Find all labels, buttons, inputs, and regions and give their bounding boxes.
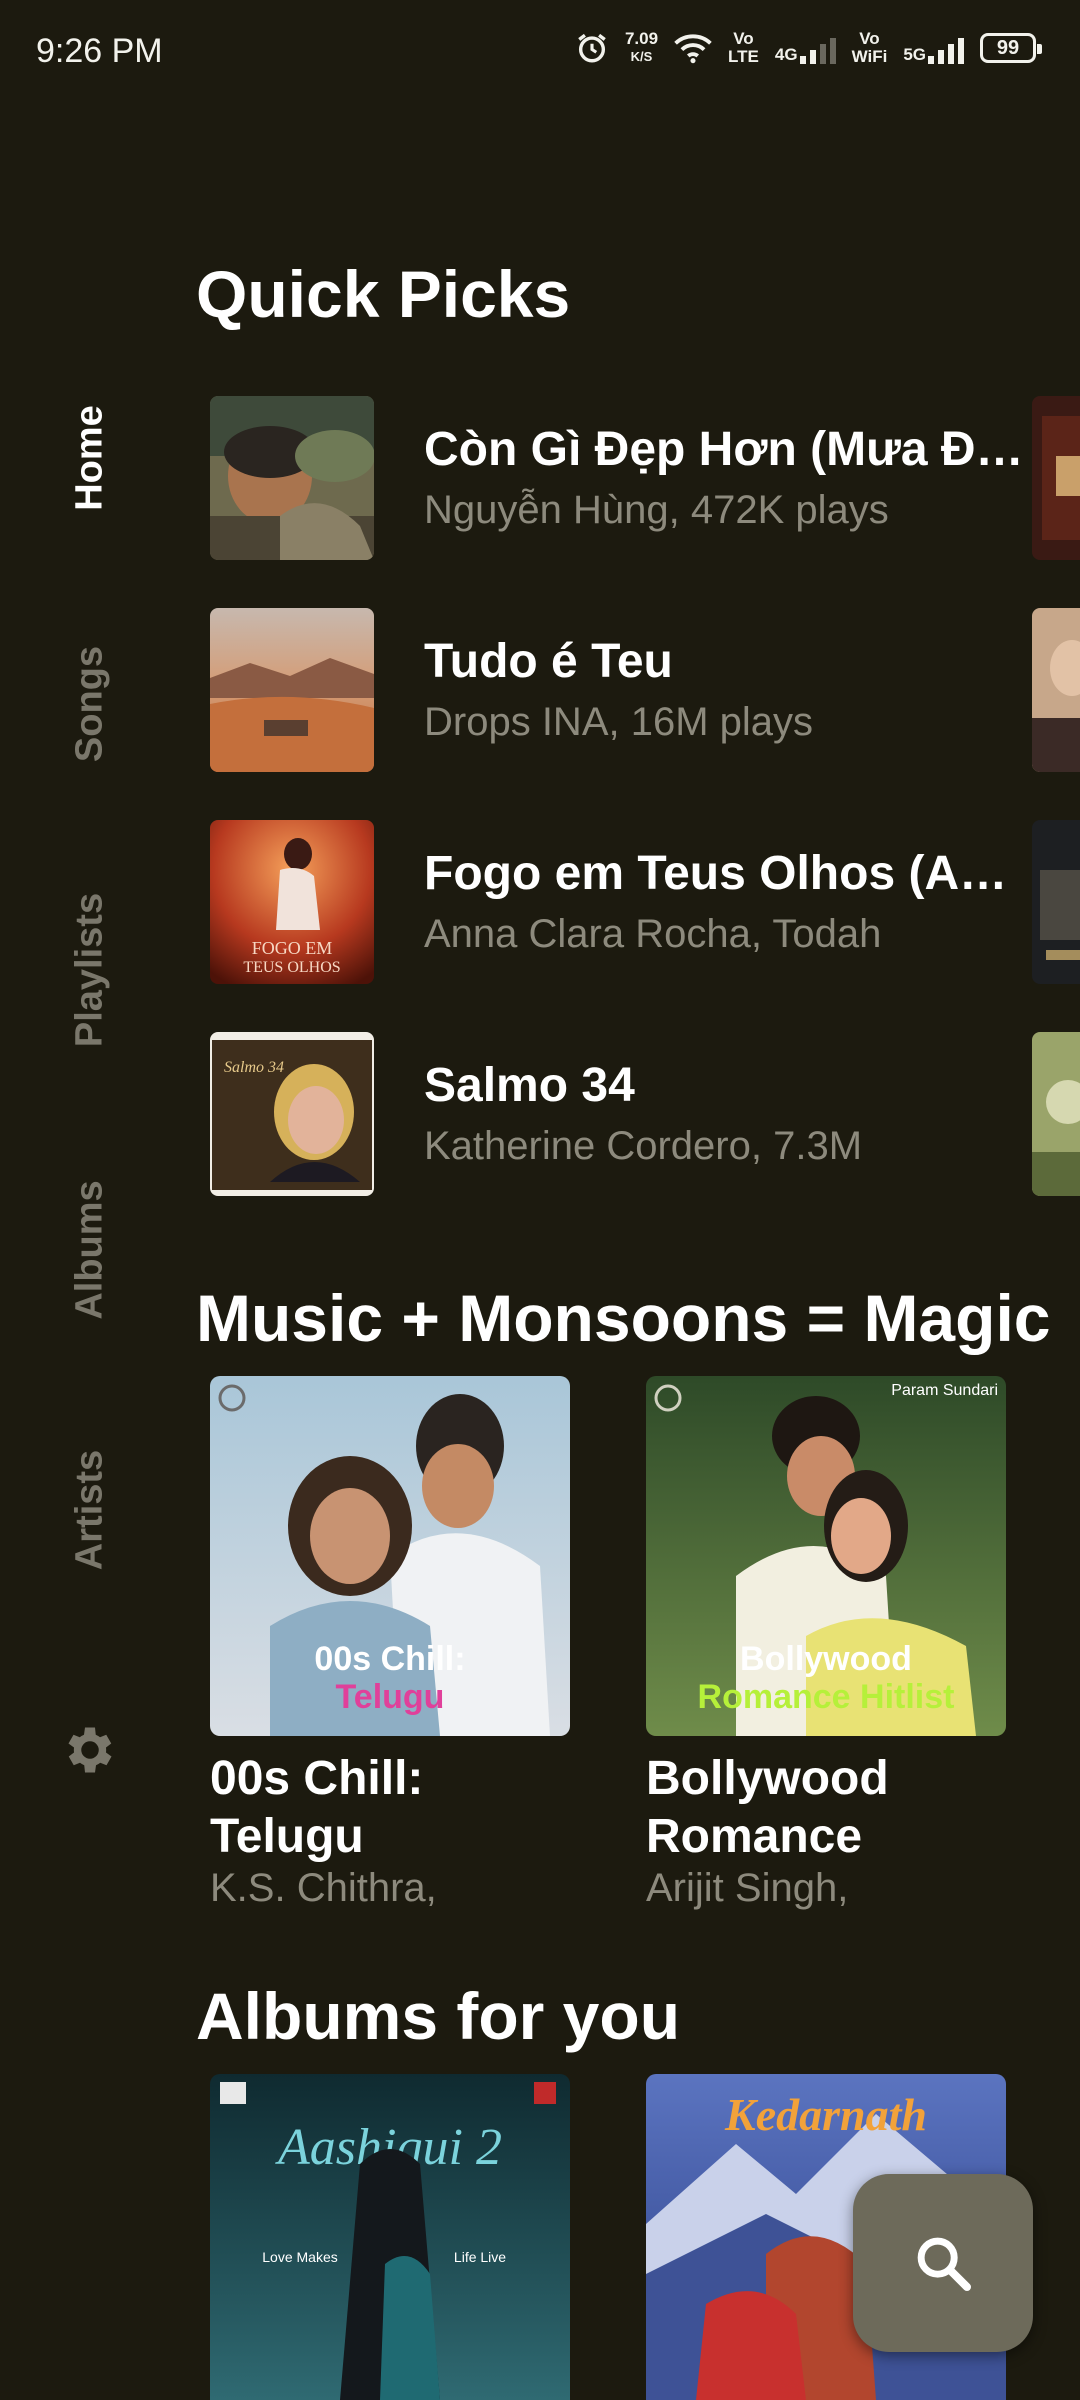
albums-heading: Albums for you xyxy=(196,1979,681,2053)
track-subtitle: Katherine Cordero, 7.3M xyxy=(424,1124,863,1168)
search-icon xyxy=(917,2237,971,2291)
fogo-art-line2: TEUS OLHOS xyxy=(243,959,340,976)
playlist-art-tag: Param Sundari xyxy=(891,1382,998,1399)
quick-pick-row[interactable]: Tudo é Teu Drops INA, 16M plays xyxy=(210,608,1080,772)
album-art-tag-left: Love Makes xyxy=(262,2249,337,2265)
nav-playlists[interactable]: Playlists xyxy=(69,893,112,1047)
net-speed-value: 7.09 xyxy=(624,29,659,48)
track-subtitle: Drops INA, 16M plays xyxy=(424,700,814,744)
volte-top: Vo xyxy=(733,29,754,48)
search-fab[interactable] xyxy=(853,2174,1033,2352)
track-title: Tudo é Teu xyxy=(424,635,673,688)
track-title: Fogo em Teus Olhos (Ao Vivo) xyxy=(424,847,1024,900)
track-artwork: Salmo 34 xyxy=(210,1032,374,1196)
album-art-title: Kedarnath xyxy=(724,2089,927,2140)
vowifi-top: Vo xyxy=(859,29,880,48)
playlist-card[interactable]: 00s Chill: Telugu 00s Chill: Telugu K.S.… xyxy=(210,1376,570,1911)
fogo-art-line1: FOGO EM xyxy=(252,938,333,958)
settings-gear-icon[interactable] xyxy=(60,1720,120,1780)
wifi-icon xyxy=(674,34,712,64)
status-time: 9:26 PM xyxy=(36,32,163,70)
track-artwork xyxy=(210,608,374,772)
playlist-card[interactable]: Param Sundari Bollywood Romance Hitlist … xyxy=(646,1376,1006,1911)
volte-bottom: LTE xyxy=(728,47,759,66)
alarm-icon xyxy=(578,33,606,63)
salmo-art-text: Salmo 34 xyxy=(224,1059,284,1076)
track-artwork xyxy=(210,396,374,560)
volte-indicator: Vo LTE xyxy=(728,30,759,66)
playlist-subtitle: K.S. Chithra, xyxy=(210,1866,437,1910)
quick-pick-row[interactable]: FOGO EM TEUS OLHOS Fogo em Teus Olhos (A… xyxy=(210,820,1080,984)
track-title: Còn Gì Đẹp Hơn (Mưa Đỏ Original Soundtra… xyxy=(424,423,1024,476)
net-speed-unit: K/S xyxy=(630,49,653,64)
signal-4g: 4G xyxy=(775,32,836,64)
vowifi-indicator: Vo WiFi xyxy=(852,30,888,66)
status-bar: 9:26 PM 7.09 K/S Vo LTE 4G Vo WiFi 5G 99 xyxy=(0,0,1080,108)
playlist-art-line1: Bollywood xyxy=(740,1640,912,1678)
nav-songs[interactable]: Songs xyxy=(69,646,112,762)
album-artwork: Aashiqui 2 Love Makes Life Live xyxy=(210,2074,570,2400)
playlist-art-line2: Telugu xyxy=(335,1678,445,1716)
album-art-tag-right: Life Live xyxy=(454,2249,506,2265)
playlist-art-line2: Romance Hitlist xyxy=(697,1678,955,1716)
playlist-title: Bollywood Romance xyxy=(646,1752,889,1863)
track-title: Salmo 34 xyxy=(424,1059,635,1112)
album-card[interactable]: Aashiqui 2 Love Makes Life Live xyxy=(210,2074,570,2400)
monsoon-heading: Music + Monsoons = Magic xyxy=(196,1281,1051,1355)
signal-bars-icon xyxy=(799,32,836,64)
track-subtitle: Nguyễn Hùng, 472K plays xyxy=(424,488,889,532)
playlist-artwork: Param Sundari Bollywood Romance Hitlist xyxy=(646,1376,1006,1736)
nav-home[interactable]: Home xyxy=(69,405,112,511)
playlist-art-line1: 00s Chill: xyxy=(314,1640,466,1678)
battery-icon: 99 xyxy=(980,33,1042,63)
playlist-artwork: 00s Chill: Telugu xyxy=(210,1376,570,1736)
track-subtitle: Anna Clara Rocha, Todah xyxy=(424,912,882,956)
playlist-subtitle: Arijit Singh, xyxy=(646,1866,849,1910)
status-icons: 7.09 K/S Vo LTE 4G Vo WiFi 5G 99 xyxy=(575,30,1042,66)
nav-albums[interactable]: Albums xyxy=(69,1180,112,1319)
signal-bars-icon xyxy=(928,32,964,64)
quick-pick-row[interactable]: Còn Gì Đẹp Hơn (Mưa Đỏ Original Soundtra… xyxy=(210,396,1080,560)
net-5g-label: 5G xyxy=(903,45,926,64)
nav-artists[interactable]: Artists xyxy=(69,1450,112,1570)
net-speed: 7.09 K/S xyxy=(625,30,658,66)
next-track-artwork[interactable] xyxy=(1032,608,1080,772)
net-4g-label: 4G xyxy=(774,45,798,64)
next-track-artwork[interactable] xyxy=(1032,1032,1080,1196)
track-artwork: FOGO EM TEUS OLHOS xyxy=(210,820,374,984)
next-track-artwork[interactable] xyxy=(1032,396,1080,560)
signal-5g: 5G xyxy=(903,32,964,64)
quick-pick-row[interactable]: Salmo 34 Salmo 34 Katherine Cordero, 7.3… xyxy=(210,1032,1080,1196)
vowifi-bottom: WiFi xyxy=(851,47,888,66)
next-track-artwork[interactable] xyxy=(1032,820,1080,984)
playlist-title: 00s Chill: Telugu xyxy=(210,1752,424,1863)
quick-picks-heading: Quick Picks xyxy=(196,257,571,331)
